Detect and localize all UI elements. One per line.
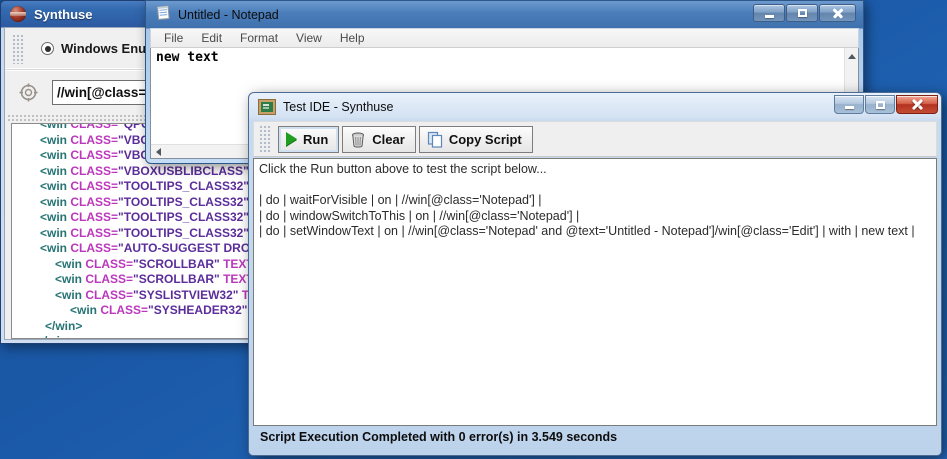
toolbar-grip[interactable] [12,34,25,64]
xml-val: "VBOXUSBLIBCLASS" [118,164,249,178]
scroll-up-icon[interactable] [845,50,859,63]
radio-dot [45,46,51,52]
notepad-maximize-button[interactable] [786,4,818,22]
script-line: Click the Run button above to test the s… [259,162,931,178]
xml-attr: CLASS= [85,257,133,271]
desktop: Synthuse Windows Enumerated Xml [0,0,947,459]
menu-item-format[interactable]: Format [231,31,287,45]
xml-tag: <win [40,210,70,224]
xml-attr: CLASS= [85,272,133,286]
copy-script-button[interactable]: Copy Script [419,126,533,153]
xml-tag: </win> [37,334,74,339]
script-line: | do | waitForVisible | on | //win[@clas… [259,193,931,209]
xml-attr: CLASS= [70,210,118,224]
xml-tag: <win [40,195,70,209]
notepad-window-controls [752,4,856,22]
xml-attr: CLASS= [70,164,118,178]
notepad-window-title: Untitled - Notepad [178,8,279,22]
xml-val: "SCROLLBAR" [133,272,220,286]
xml-attr: CLASS= [70,179,118,193]
menu-item-file[interactable]: File [155,31,192,45]
run-button[interactable]: Run [278,126,339,153]
script-line: | do | windowSwitchToThis | on | //win[@… [259,209,931,225]
testide-close-button[interactable] [896,95,938,114]
xml-val: "TOOLTIPS_CLASS32" [118,195,249,209]
synthuse-app-icon [10,6,26,22]
trash-icon [350,131,366,148]
run-button-label: Run [303,132,328,147]
scroll-left-icon[interactable] [152,145,165,158]
target-crosshair-icon[interactable] [19,83,38,102]
xml-val: "TOOLTIPS_CLASS32" [118,226,249,240]
xml-tag: <win [55,288,85,302]
xml-val: "TOOLTIPS_CLASS32" [118,179,249,193]
xml-attr: CLASS= [70,133,118,147]
xml-tag: <win [40,241,70,255]
xml-tag: <win [40,226,70,240]
xml-tag: </win> [45,319,82,333]
menu-item-help[interactable]: Help [331,31,374,45]
toolbar-grip[interactable] [259,125,272,153]
maximize-icon [876,101,885,109]
script-output-area[interactable]: Click the Run button above to test the s… [253,158,937,426]
notepad-app-icon [155,4,171,25]
xml-tag: <win [40,148,70,162]
testide-toolbar: Run Clear [253,121,937,157]
testide-window-controls [833,95,938,114]
xml-tag: <win [55,257,85,271]
notepad-titlebar[interactable]: Untitled - Notepad [150,1,859,28]
xml-val: "TOOLTIPS_CLASS32" [118,210,249,224]
minimize-icon [765,15,774,18]
status-text: Script Execution Completed with 0 error(… [260,430,617,444]
notepad-close-button[interactable] [819,4,856,22]
testide-app-icon [259,100,275,114]
xml-tag: <win [40,179,70,193]
testide-window-title: Test IDE - Synthuse [283,100,393,114]
copy-icon [427,131,443,148]
testide-titlebar[interactable]: Test IDE - Synthuse [253,95,937,119]
xml-attr: CLASS= [70,241,118,255]
synthuse-icon-stripe [10,12,26,16]
maximize-icon [798,9,807,17]
xml-attr: CLASS= [70,148,118,162]
clear-button[interactable]: Clear [342,126,416,153]
synthuse-window-title: Synthuse [34,7,93,22]
menu-item-edit[interactable]: Edit [192,31,231,45]
notepad-minimize-button[interactable] [753,4,785,22]
xml-val: "SYSLISTVIEW32" [133,288,238,302]
xml-val: "SCROLLBAR" [133,257,220,271]
notepad-menubar: FileEditFormatViewHelp [150,28,859,48]
run-play-icon [286,132,297,146]
xml-tag: <win [40,123,70,131]
xml-val: "SYSHEADER32" [148,303,247,317]
xml-attr: CLASS= [70,195,118,209]
status-bar: Script Execution Completed with 0 error(… [253,426,937,448]
script-line: | do | setWindowText | on | //win[@class… [259,224,931,240]
testide-maximize-button[interactable] [865,95,895,114]
xml-attr: CLASS= [85,288,133,302]
clear-button-label: Clear [372,132,405,147]
copy-script-button-label: Copy Script [449,132,522,147]
testide-minimize-button[interactable] [834,95,864,114]
windows-enumerated-xml-radio[interactable] [41,42,54,55]
xml-attr: CLASS= [100,303,148,317]
xml-tag: <win [55,272,85,286]
xml-tag: <win [40,164,70,178]
xml-tag: <win [40,133,70,147]
menu-item-view[interactable]: View [287,31,331,45]
testide-window: Test IDE - Synthuse Run [248,92,942,456]
xml-attr: CLASS= [70,123,118,131]
minimize-icon [845,106,854,109]
script-line [259,178,931,194]
xml-tag: <win [70,303,100,317]
xml-attr: CLASS= [70,226,118,240]
